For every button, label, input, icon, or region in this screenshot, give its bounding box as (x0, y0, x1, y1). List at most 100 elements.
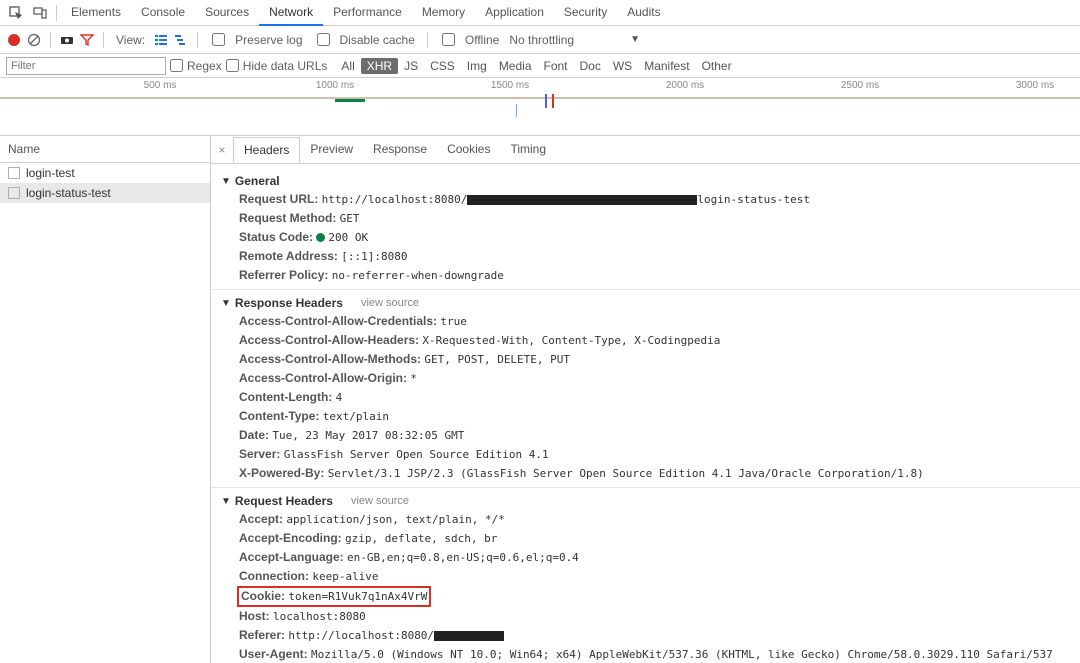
network-main: Name login-testlogin-status-test × Heade… (0, 136, 1080, 663)
view-source-link[interactable]: view source (351, 495, 409, 507)
view-source-link[interactable]: view source (361, 297, 419, 309)
header-value: gzip, deflate, sdch, br (345, 532, 497, 545)
filter-type-css[interactable]: CSS (424, 58, 461, 74)
header-row: Access-Control-Allow-Methods: GET, POST,… (211, 350, 1080, 369)
main-tab-audits[interactable]: Audits (617, 0, 670, 26)
header-row: Accept-Encoding: gzip, deflate, sdch, br (211, 529, 1080, 548)
filter-type-doc[interactable]: Doc (574, 58, 607, 74)
header-key: Content-Length: (239, 390, 336, 404)
filter-icon[interactable] (79, 32, 95, 48)
header-row: Connection: keep-alive (211, 567, 1080, 586)
header-value: Tue, 23 May 2017 08:32:05 GMT (272, 429, 464, 442)
filter-type-media[interactable]: Media (493, 58, 538, 74)
network-filter-bar: Regex Hide data URLs AllXHRJSCSSImgMedia… (0, 54, 1080, 78)
redacted-icon (434, 631, 504, 641)
general-section: ▼General Request URL: http://localhost:8… (211, 168, 1080, 289)
view-label: View: (116, 33, 145, 47)
device-toggle-icon[interactable] (31, 4, 49, 22)
header-row: Access-Control-Allow-Headers: X-Requeste… (211, 331, 1080, 350)
header-key: Accept-Encoding: (239, 531, 345, 545)
filter-type-js[interactable]: JS (398, 58, 424, 74)
main-tab-security[interactable]: Security (554, 0, 617, 26)
filter-type-all[interactable]: All (335, 58, 360, 74)
header-key: Referrer Policy: (239, 268, 332, 282)
preserve-log-checkbox[interactable] (212, 33, 225, 46)
throttling-select[interactable]: No throttling (509, 33, 574, 47)
header-row: Access-Control-Allow-Origin: * (211, 369, 1080, 388)
filter-input[interactable] (6, 57, 166, 75)
header-key: Referer: (239, 628, 288, 642)
header-key: Request Method: (239, 211, 340, 225)
main-tab-sources[interactable]: Sources (195, 0, 259, 26)
request-headers-toggle[interactable]: ▼Request Headersview source (211, 492, 1080, 510)
filter-type-ws[interactable]: WS (607, 58, 638, 74)
main-tab-memory[interactable]: Memory (412, 0, 475, 26)
header-value: text/plain (323, 410, 389, 423)
hide-data-urls-checkbox[interactable] (226, 59, 239, 72)
header-key: User-Agent: (239, 647, 311, 661)
chevron-down-icon[interactable]: ▼ (630, 34, 640, 45)
filter-type-manifest[interactable]: Manifest (638, 58, 695, 74)
large-rows-icon[interactable] (153, 32, 169, 48)
offline-checkbox[interactable] (442, 33, 455, 46)
timeline-tick: 2500 ms (841, 80, 879, 91)
header-row: User-Agent: Mozilla/5.0 (Windows NT 10.0… (211, 645, 1080, 663)
header-key: Access-Control-Allow-Headers: (239, 333, 422, 347)
detail-tab-cookies[interactable]: Cookies (437, 137, 500, 162)
header-value: http://localhost:8080/ (288, 629, 434, 642)
header-row: Host: localhost:8080 (211, 607, 1080, 626)
preserve-log-label: Preserve log (235, 33, 302, 47)
disable-cache-checkbox[interactable] (317, 33, 330, 46)
filter-type-img[interactable]: Img (461, 58, 493, 74)
separator (50, 32, 51, 48)
main-tab-network[interactable]: Network (259, 0, 323, 26)
header-row: Referer: http://localhost:8080/ (211, 626, 1080, 645)
waterfall-icon[interactable] (173, 32, 189, 48)
detail-tab-response[interactable]: Response (363, 137, 437, 162)
inspect-icon[interactable] (7, 4, 25, 22)
request-headers-section: ▼Request Headersview source Accept: appl… (211, 487, 1080, 663)
response-headers-toggle[interactable]: ▼Response Headersview source (211, 294, 1080, 312)
filter-type-other[interactable]: Other (696, 58, 738, 74)
filter-type-font[interactable]: Font (538, 58, 574, 74)
header-value: GlassFish Server Open Source Edition 4.1 (284, 448, 549, 461)
header-value: X-Requested-With, Content-Type, X-Coding… (422, 334, 720, 347)
header-row: Access-Control-Allow-Credentials: true (211, 312, 1080, 331)
record-button[interactable] (6, 32, 22, 48)
timeline-tick: 1000 ms (316, 80, 354, 91)
file-icon (8, 187, 20, 199)
offline-label: Offline (465, 33, 499, 47)
detail-tab-timing[interactable]: Timing (500, 137, 556, 162)
separator (197, 32, 198, 48)
hide-data-urls-label: Hide data URLs (243, 59, 328, 73)
main-tab-elements[interactable]: Elements (61, 0, 131, 26)
separator (56, 5, 57, 21)
header-value: 200 OK (328, 231, 368, 244)
header-key: Accept-Language: (239, 550, 347, 564)
close-icon[interactable]: × (211, 143, 233, 157)
filter-type-xhr[interactable]: XHR (361, 58, 398, 74)
header-key: Access-Control-Allow-Origin: (239, 371, 410, 385)
general-title: General (235, 174, 280, 188)
request-row[interactable]: login-status-test (0, 183, 210, 203)
main-tab-performance[interactable]: Performance (323, 0, 412, 26)
detail-tab-headers[interactable]: Headers (233, 137, 300, 163)
file-icon (8, 167, 20, 179)
clear-button[interactable] (26, 32, 42, 48)
regex-checkbox[interactable] (170, 59, 183, 72)
main-tab-console[interactable]: Console (131, 0, 195, 26)
header-key: Status Code: (239, 230, 316, 244)
header-value: * (410, 372, 417, 385)
header-row: Referrer Policy: no-referrer-when-downgr… (211, 266, 1080, 285)
header-row: Date: Tue, 23 May 2017 08:32:05 GMT (211, 426, 1080, 445)
header-key: Accept: (239, 512, 286, 526)
general-toggle[interactable]: ▼General (211, 172, 1080, 190)
request-row[interactable]: login-test (0, 163, 210, 183)
name-column-header[interactable]: Name (0, 136, 210, 163)
timeline-tick: 500 ms (144, 80, 177, 91)
network-timeline[interactable]: 500 ms1000 ms1500 ms2000 ms2500 ms3000 m… (0, 78, 1080, 136)
main-tab-application[interactable]: Application (475, 0, 554, 26)
header-key: Remote Address: (239, 249, 341, 263)
capture-screenshot-icon[interactable] (59, 32, 75, 48)
detail-tab-preview[interactable]: Preview (300, 137, 363, 162)
